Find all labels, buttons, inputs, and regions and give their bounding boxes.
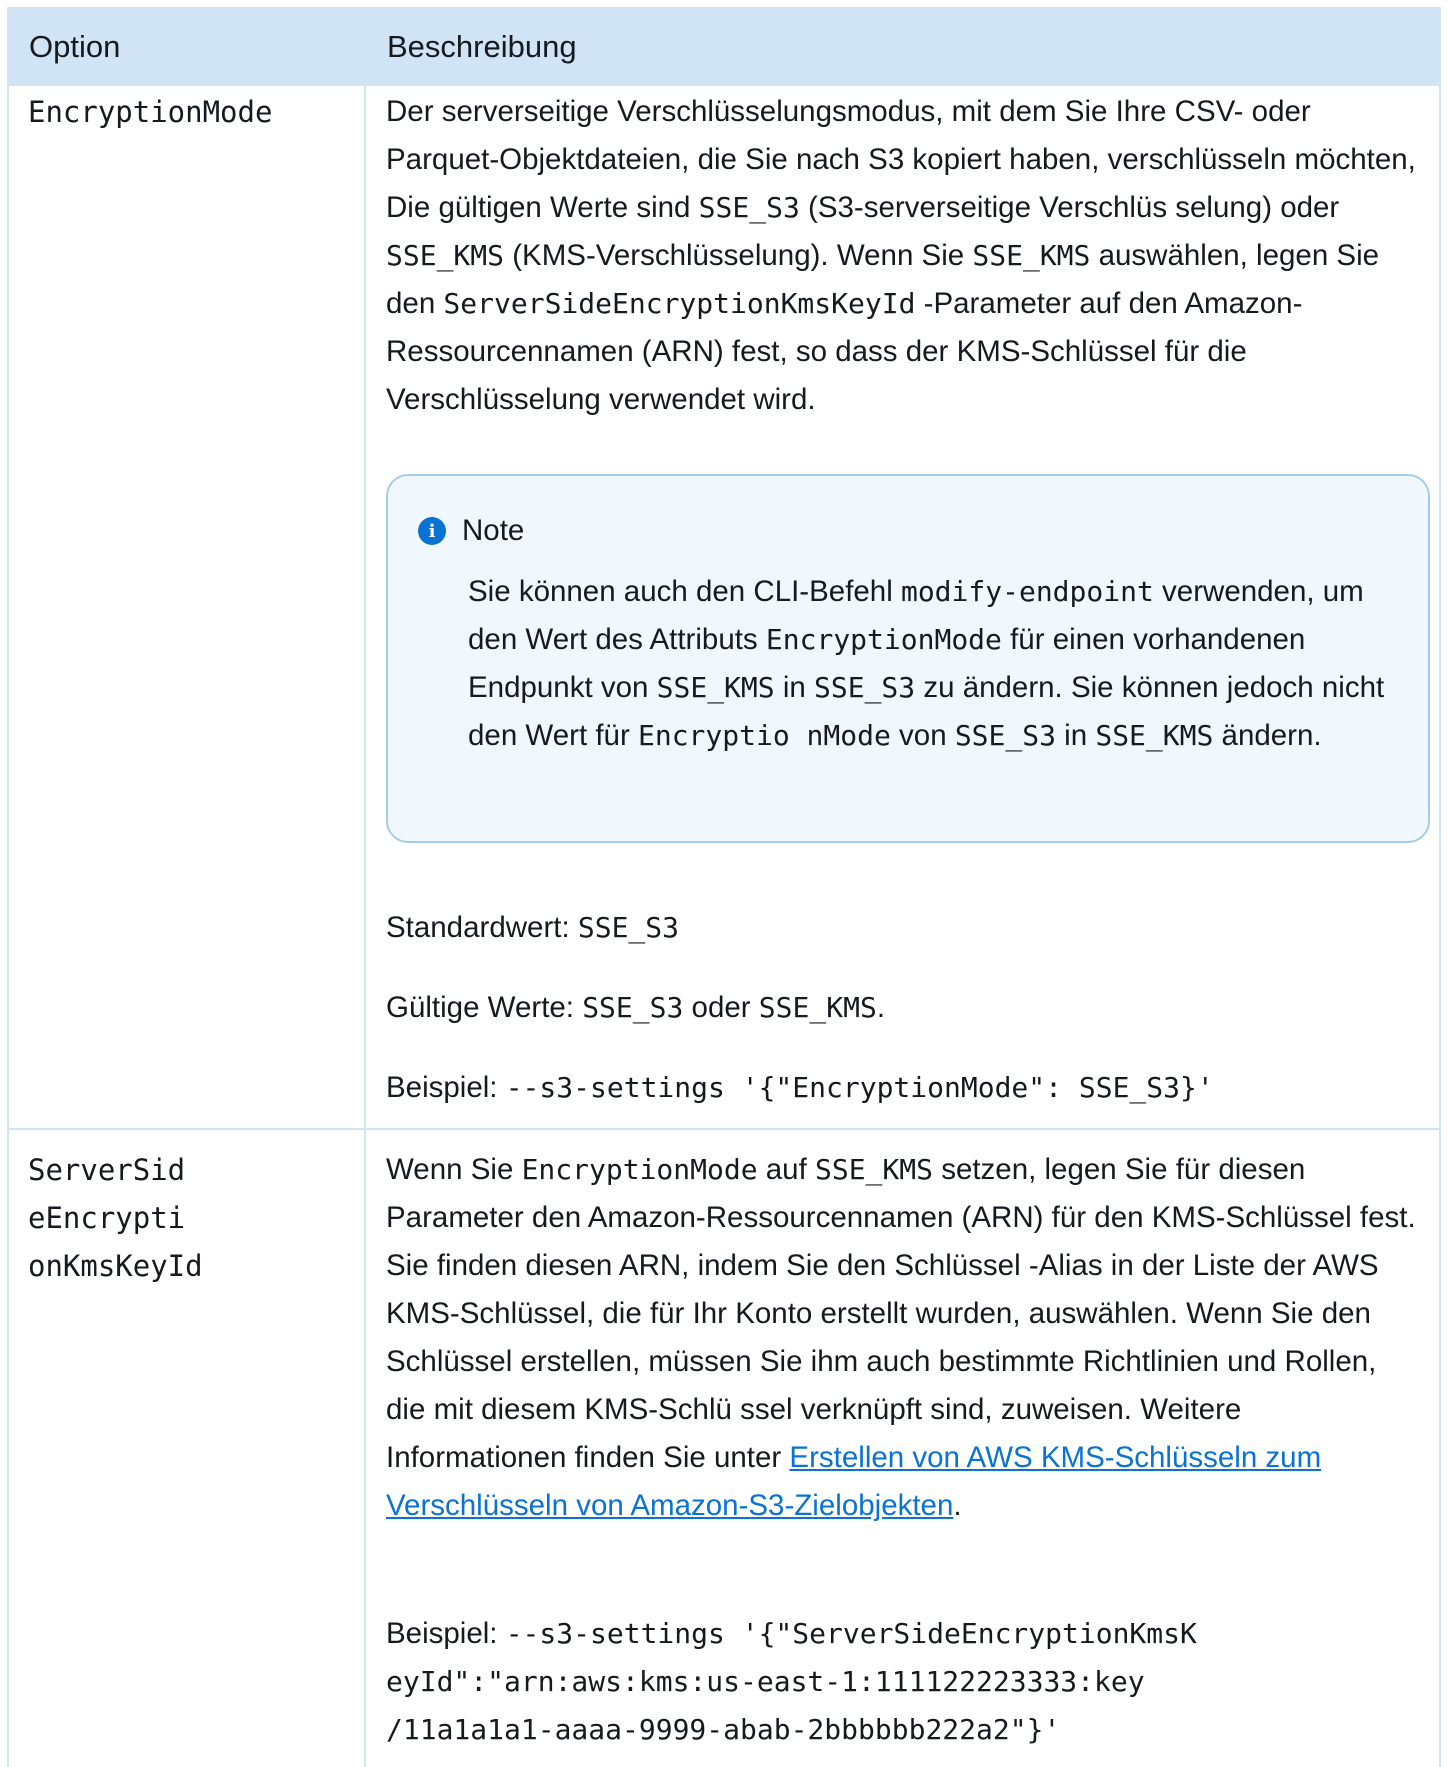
note-body: Sie können auch den CLI-Befehl modify-en… [468, 575, 1385, 752]
default-value: Standardwert: SSE_S3 [386, 911, 680, 944]
row-divider [7, 1128, 1441, 1130]
kms-key-id-example: Beispiel: --s3-settings '{"ServerSideEnc… [386, 1617, 1197, 1746]
encryption-mode-example: Beispiel: --s3-settings '{"EncryptionMod… [386, 1071, 1214, 1104]
table-border-right [1439, 7, 1441, 1767]
header-option: Option [29, 29, 121, 64]
encryption-mode-description: Der serverseitige Verschlüsselungsmodus,… [386, 95, 1416, 416]
option-server-side-encryption-kms-key-id: ServerSid eEncrypti onKmsKeyId [28, 1153, 203, 1283]
valid-values: Gültige Werte: SSE_S3 oder SSE_KMS. [386, 991, 886, 1024]
column-divider [364, 7, 366, 1767]
note-header: i Note [418, 514, 524, 548]
header-row: Option Beschreibung [7, 7, 1441, 86]
note-title: Note [462, 514, 525, 547]
info-icon: i [418, 517, 446, 545]
kms-key-id-description: Wenn Sie EncryptionMode auf SSE_KMS setz… [386, 1153, 1416, 1522]
table-border-left [7, 7, 9, 1767]
header-description: Beschreibung [387, 29, 577, 64]
option-encryption-mode: EncryptionMode [28, 95, 273, 129]
note-box: i Note Sie können auch den CLI-Befehl mo… [386, 474, 1430, 843]
